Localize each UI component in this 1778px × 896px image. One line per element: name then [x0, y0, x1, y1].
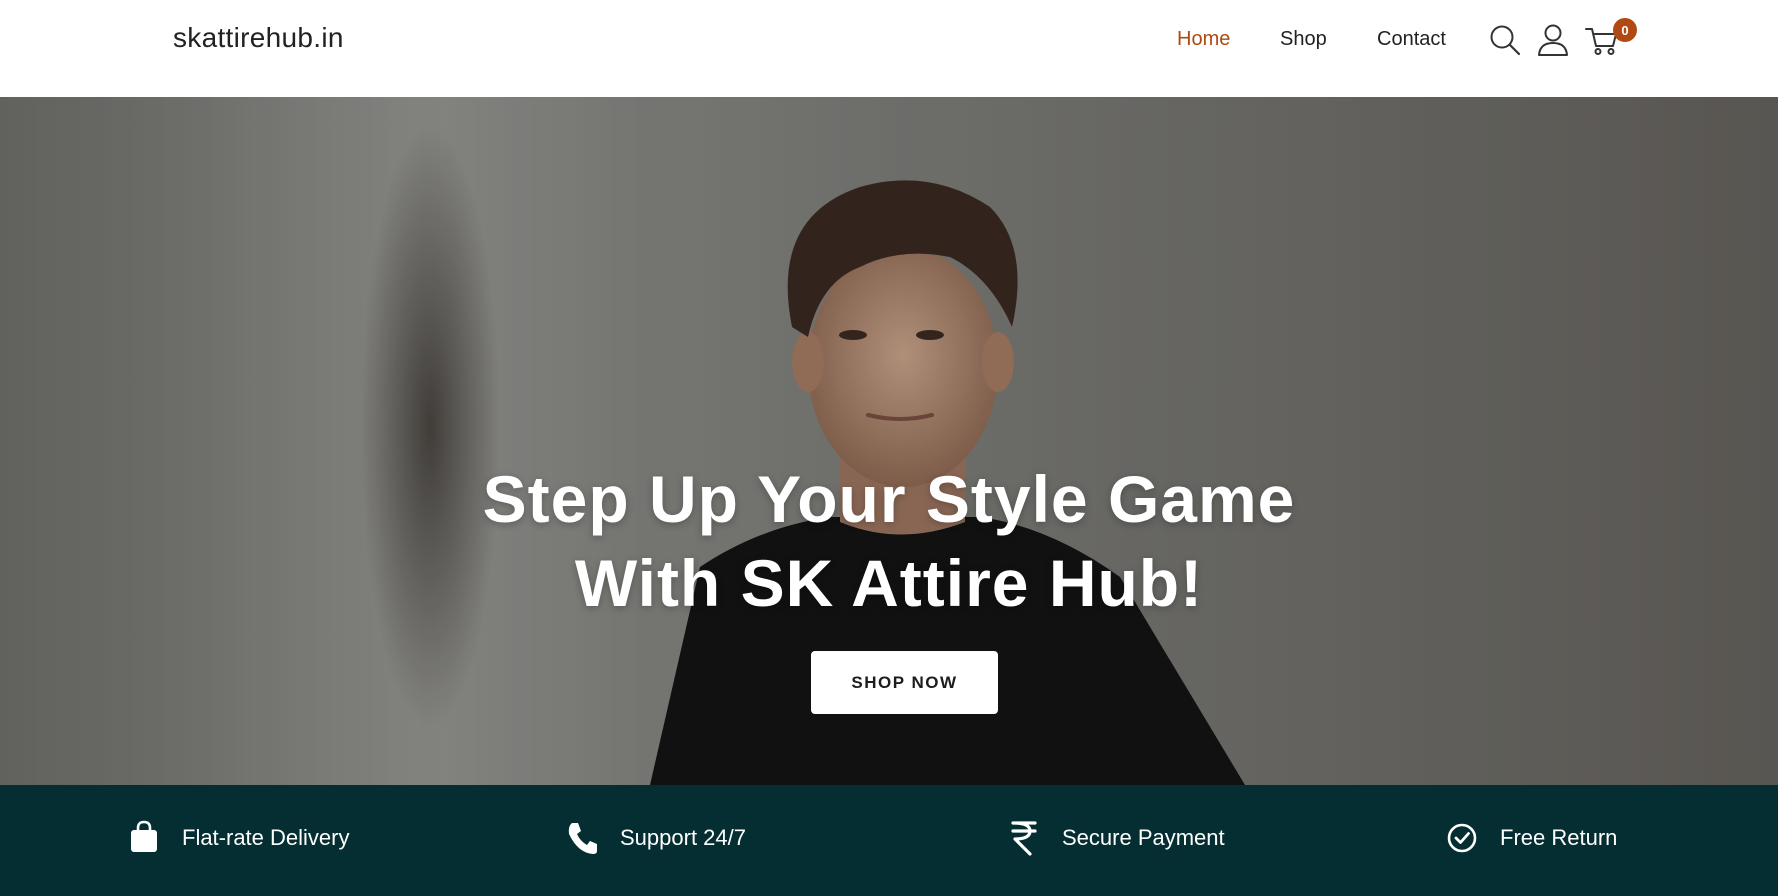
feature-label: Free Return — [1500, 825, 1618, 850]
nav-home[interactable]: Home — [1177, 28, 1230, 51]
feature-label: Support 24/7 — [620, 825, 746, 850]
phone-icon — [568, 823, 597, 854]
search-icon[interactable] — [1487, 22, 1523, 58]
nav-shop[interactable]: Shop — [1280, 28, 1327, 51]
hero-title-line-2: With SK Attire Hub! — [574, 546, 1204, 620]
nav-contact[interactable]: Contact — [1377, 28, 1446, 51]
rupee-icon — [1011, 821, 1037, 856]
shopping-bag-icon — [131, 820, 157, 852]
feature-free-return: Free Return — [1446, 813, 1617, 863]
hero-banner: Step Up Your Style Game With SK Attire H… — [0, 97, 1778, 785]
user-icon[interactable] — [1535, 22, 1571, 58]
feature-support: Support 24/7 — [566, 813, 746, 863]
cart-count-badge: 0 — [1613, 18, 1637, 42]
feature-label: Flat-rate Delivery — [182, 825, 350, 850]
hero-title: Step Up Your Style Game With SK Attire H… — [389, 457, 1389, 625]
check-circle-icon — [1447, 823, 1477, 853]
feature-secure-payment: Secure Payment — [1008, 813, 1225, 863]
shop-now-button[interactable]: SHOP NOW — [811, 651, 998, 714]
feature-flat-rate-delivery: Flat-rate Delivery — [128, 813, 349, 863]
site-logo[interactable]: skattirehub.in — [173, 22, 344, 54]
hero-title-line-1: Step Up Your Style Game — [482, 462, 1296, 536]
site-header: skattirehub.in Home Shop Contact 0 — [0, 0, 1778, 97]
feature-label: Secure Payment — [1062, 825, 1225, 850]
features-bar: Flat-rate Delivery Support 24/7 Secure P… — [0, 785, 1778, 896]
